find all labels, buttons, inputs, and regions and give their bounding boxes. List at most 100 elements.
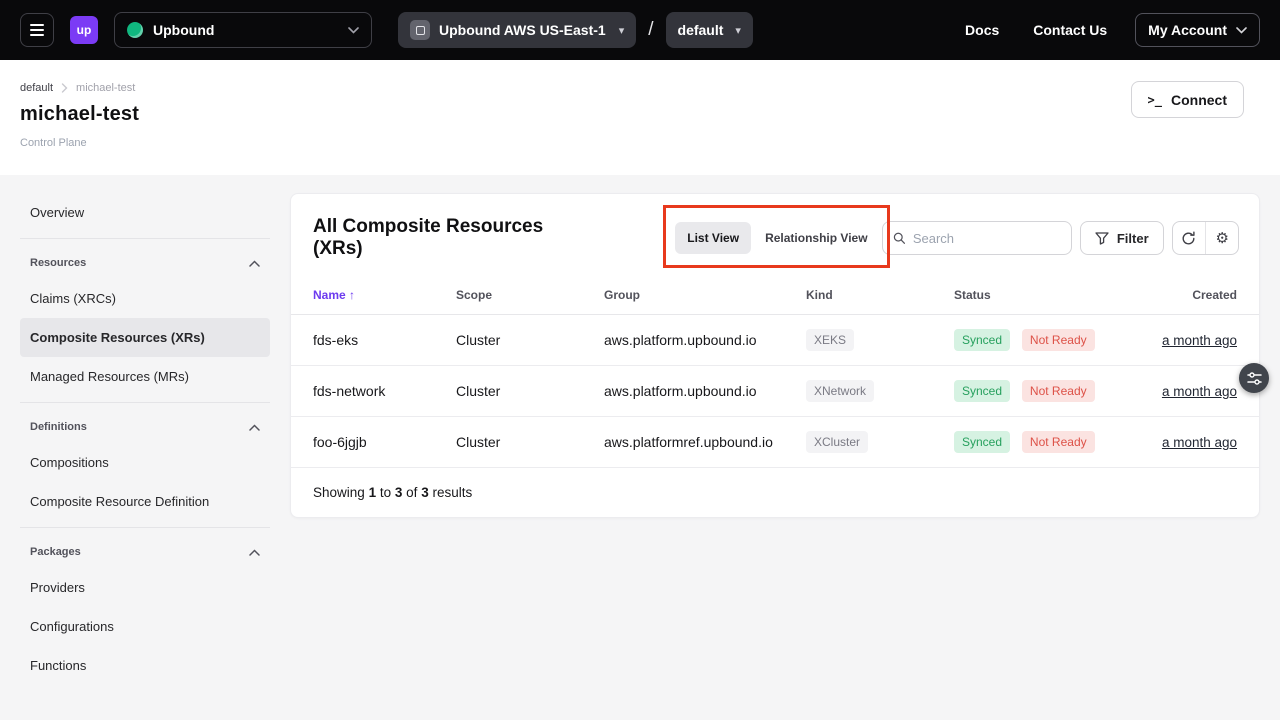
sidebar-divider bbox=[20, 402, 270, 403]
cell-name[interactable]: fds-eks bbox=[291, 315, 456, 366]
sidebar-divider bbox=[20, 527, 270, 528]
chevron-up-icon bbox=[249, 549, 260, 556]
cell-scope: Cluster bbox=[456, 366, 604, 417]
synced-badge: Synced bbox=[954, 329, 1010, 351]
cell-created: a month ago bbox=[1134, 417, 1259, 468]
organization-selector[interactable]: Upbound bbox=[114, 12, 372, 48]
connect-button-label: Connect bbox=[1171, 92, 1227, 108]
sidebar-item-configurations[interactable]: Configurations bbox=[20, 607, 270, 646]
sidebar-item-functions[interactable]: Functions bbox=[20, 646, 270, 685]
search-icon bbox=[893, 231, 905, 245]
summary-text: results bbox=[432, 485, 472, 500]
not-ready-badge: Not Ready bbox=[1022, 329, 1095, 351]
created-link[interactable]: a month ago bbox=[1162, 333, 1237, 348]
breadcrumb: default michael-test bbox=[20, 82, 1260, 94]
hamburger-icon bbox=[30, 24, 44, 26]
organization-icon bbox=[127, 22, 143, 38]
chevron-up-icon bbox=[249, 260, 260, 267]
created-link[interactable]: a month ago bbox=[1162, 384, 1237, 399]
filter-button[interactable]: Filter bbox=[1080, 221, 1164, 255]
composite-resources-card: All Composite Resources (XRs) List View … bbox=[290, 193, 1260, 518]
my-account-button[interactable]: My Account bbox=[1135, 13, 1260, 47]
created-link[interactable]: a month ago bbox=[1162, 435, 1237, 450]
card-header: All Composite Resources (XRs) List View … bbox=[291, 194, 1259, 278]
cell-kind: XNetwork bbox=[806, 366, 954, 417]
breadcrumb-default[interactable]: default bbox=[20, 82, 53, 94]
filter-button-label: Filter bbox=[1117, 231, 1149, 246]
sidebar-item-composite-resource-definition[interactable]: Composite Resource Definition bbox=[20, 482, 270, 521]
refresh-button[interactable] bbox=[1173, 222, 1206, 254]
top-navbar: up Upbound Upbound AWS US-East-1 ▾ / def… bbox=[0, 0, 1280, 60]
my-account-label: My Account bbox=[1148, 22, 1227, 38]
connect-button[interactable]: >_ Connect bbox=[1131, 81, 1244, 118]
table-row[interactable]: fds-eks Cluster aws.platform.upbound.io … bbox=[291, 315, 1259, 366]
sidebar-section-label: Packages bbox=[30, 546, 81, 558]
search-box bbox=[882, 221, 1072, 255]
cell-name[interactable]: foo-6jgjb bbox=[291, 417, 456, 468]
synced-badge: Synced bbox=[954, 380, 1010, 402]
cell-group: aws.platform.upbound.io bbox=[604, 315, 806, 366]
cell-name[interactable]: fds-network bbox=[291, 366, 456, 417]
cell-scope: Cluster bbox=[456, 417, 604, 468]
relationship-view-button[interactable]: Relationship View bbox=[753, 222, 879, 254]
upbound-logo[interactable]: up bbox=[70, 16, 98, 44]
column-header-group[interactable]: Group bbox=[604, 278, 806, 315]
sidebar-section-packages[interactable]: Packages bbox=[20, 534, 270, 568]
chevron-up-icon bbox=[249, 424, 260, 431]
control-plane-selector-label: Upbound AWS US-East-1 bbox=[439, 22, 606, 38]
table-settings-button[interactable]: ⚙ bbox=[1205, 222, 1238, 254]
kind-badge: XEKS bbox=[806, 329, 854, 351]
sidebar-section-resources[interactable]: Resources bbox=[20, 245, 270, 279]
floating-widget-button[interactable] bbox=[1239, 363, 1269, 393]
gear-icon: ⚙ bbox=[1215, 231, 1228, 246]
control-plane-icon bbox=[410, 20, 430, 40]
sidebar-item-managed-resources[interactable]: Managed Resources (MRs) bbox=[20, 357, 270, 396]
summary-to: 3 bbox=[395, 485, 403, 500]
summary-text: Showing bbox=[313, 485, 365, 500]
caret-down-icon: ▾ bbox=[619, 24, 625, 37]
sort-ascending-icon: ↑ bbox=[349, 288, 355, 302]
filter-icon bbox=[1095, 232, 1109, 245]
list-view-button[interactable]: List View bbox=[675, 222, 751, 254]
sidebar-item-providers[interactable]: Providers bbox=[20, 568, 270, 607]
refresh-icon bbox=[1181, 231, 1196, 246]
cell-created: a month ago bbox=[1134, 315, 1259, 366]
logo-text: up bbox=[77, 23, 92, 37]
control-plane-selector[interactable]: Upbound AWS US-East-1 ▾ bbox=[398, 12, 636, 48]
contact-us-link[interactable]: Contact Us bbox=[1033, 22, 1107, 38]
breadcrumb-michael-test: michael-test bbox=[76, 82, 135, 94]
search-input[interactable] bbox=[913, 231, 1061, 246]
summary-from: 1 bbox=[369, 485, 377, 500]
sidebar-section-label: Definitions bbox=[30, 421, 87, 433]
sidebar-item-composite-resources[interactable]: Composite Resources (XRs) bbox=[20, 318, 270, 357]
page-subtitle: Control Plane bbox=[20, 137, 1260, 149]
column-header-name[interactable]: Name ↑ bbox=[291, 278, 456, 315]
kind-badge: XNetwork bbox=[806, 380, 874, 402]
results-summary: Showing 1 to 3 of 3 results bbox=[291, 468, 1259, 517]
path-separator: / bbox=[648, 19, 653, 41]
summary-total: 3 bbox=[421, 485, 429, 500]
column-header-scope[interactable]: Scope bbox=[456, 278, 604, 315]
group-selector[interactable]: default ▾ bbox=[666, 12, 753, 48]
table-row[interactable]: foo-6jgjb Cluster aws.platformref.upboun… bbox=[291, 417, 1259, 468]
table-row[interactable]: fds-network Cluster aws.platform.upbound… bbox=[291, 366, 1259, 417]
cell-status: Synced Not Ready bbox=[954, 366, 1134, 417]
column-header-kind[interactable]: Kind bbox=[806, 278, 954, 315]
sidebar-divider bbox=[20, 238, 270, 239]
sliders-icon bbox=[1247, 372, 1262, 385]
terminal-icon: >_ bbox=[1148, 93, 1162, 107]
column-header-status[interactable]: Status bbox=[954, 278, 1134, 315]
table-header-row: Name ↑ Scope Group Kind Status Created bbox=[291, 278, 1259, 315]
docs-link[interactable]: Docs bbox=[965, 22, 999, 38]
sidebar-section-definitions[interactable]: Definitions bbox=[20, 409, 270, 443]
summary-text: of bbox=[406, 485, 417, 500]
sidebar-section-label: Resources bbox=[30, 257, 86, 269]
sidebar-item-claims[interactable]: Claims (XRCs) bbox=[20, 279, 270, 318]
cell-kind: XEKS bbox=[806, 315, 954, 366]
chevron-down-icon bbox=[348, 27, 359, 34]
sidebar-item-compositions[interactable]: Compositions bbox=[20, 443, 270, 482]
organization-selector-label: Upbound bbox=[153, 22, 214, 38]
column-header-created[interactable]: Created bbox=[1134, 278, 1259, 315]
menu-button[interactable] bbox=[20, 13, 54, 47]
sidebar-item-overview[interactable]: Overview bbox=[20, 193, 270, 232]
